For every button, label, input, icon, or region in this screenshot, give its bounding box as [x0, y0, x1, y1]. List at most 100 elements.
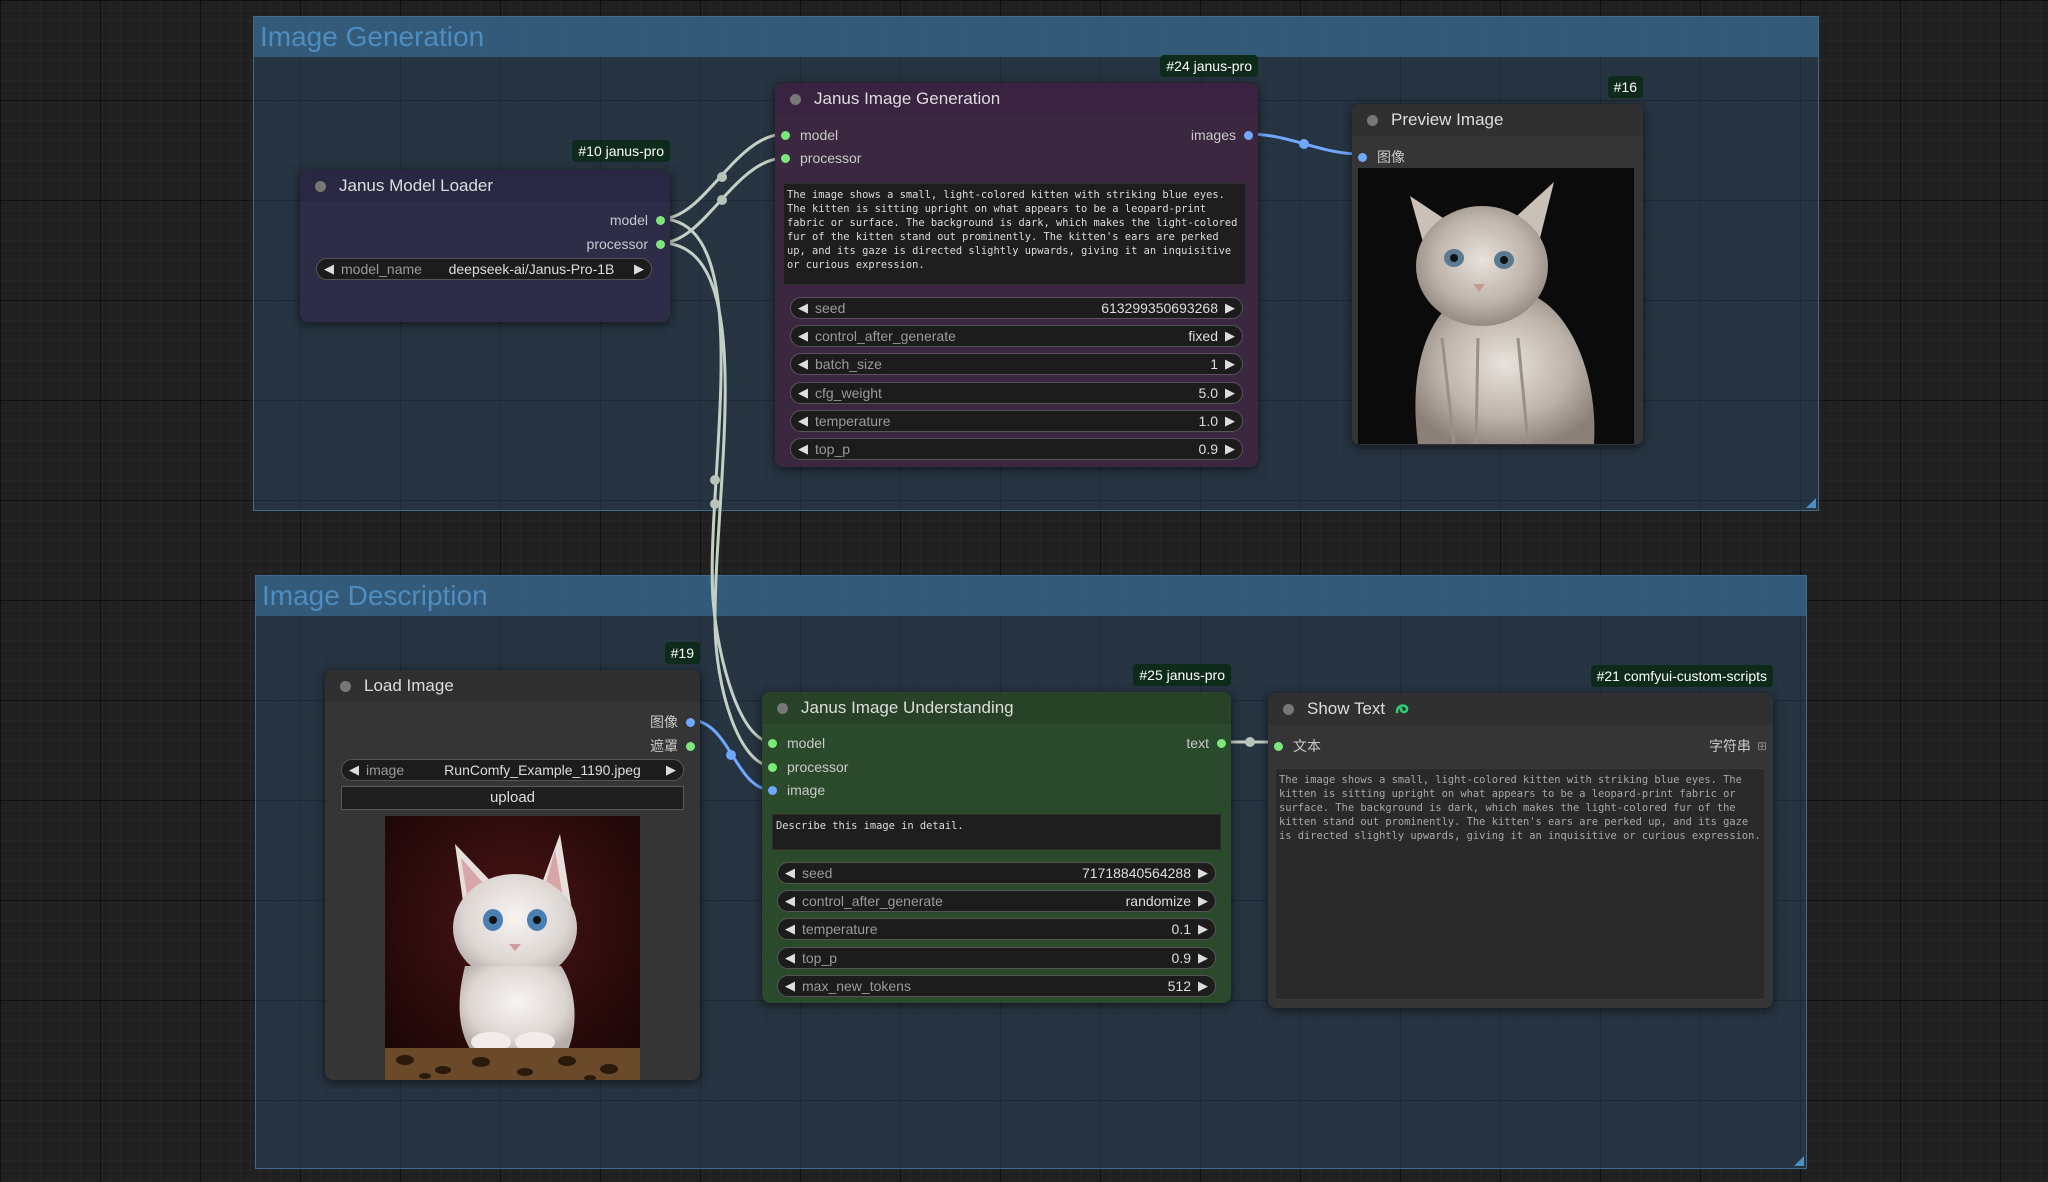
collapse-dot-icon[interactable]	[790, 93, 801, 105]
port-dot-icon[interactable]	[656, 239, 665, 249]
widget-control-after-generate[interactable]: ◀ control_after_generate randomize ▶	[777, 890, 1216, 913]
right-arrow-icon[interactable]: ▶	[627, 261, 651, 277]
right-arrow-icon[interactable]: ▶	[1191, 893, 1215, 909]
port-dot-icon[interactable]	[781, 153, 790, 163]
question-textarea[interactable]: Describe this image in detail.	[772, 814, 1221, 850]
widget-top-p[interactable]: ◀ top_p 0.9 ▶	[777, 946, 1216, 969]
input-port-model[interactable]: model	[781, 127, 838, 143]
collapse-dot-icon[interactable]	[340, 680, 351, 692]
node-title-bar[interactable]: Janus Model Loader	[300, 170, 670, 202]
group-title[interactable]: Image Description	[256, 576, 1806, 616]
collapse-dot-icon[interactable]	[777, 702, 788, 714]
port-dot-icon[interactable]	[1358, 152, 1367, 162]
group-title[interactable]: Image Generation	[254, 17, 1818, 57]
port-dot-icon[interactable]	[1244, 130, 1253, 140]
node-title-bar[interactable]: Janus Image Understanding	[762, 692, 1231, 724]
left-arrow-icon[interactable]: ◀	[791, 300, 815, 316]
output-port-mask[interactable]: 遮罩	[650, 736, 695, 756]
input-port-model[interactable]: model	[768, 735, 825, 751]
node-load-image[interactable]: #19 Load Image 图像 遮罩 ◀ image RunComfy_Ex…	[325, 642, 700, 1080]
node-title-bar[interactable]: Janus Image Generation	[775, 83, 1258, 115]
node-title-bar[interactable]: Load Image	[325, 670, 700, 702]
right-arrow-icon[interactable]: ▶	[1218, 300, 1242, 316]
right-arrow-icon[interactable]: ▶	[1218, 328, 1242, 344]
right-arrow-icon[interactable]: ▶	[1191, 921, 1215, 937]
port-dot-icon[interactable]	[1217, 738, 1226, 748]
port-dot-icon[interactable]	[686, 741, 695, 751]
left-arrow-icon[interactable]: ◀	[778, 921, 802, 937]
left-arrow-icon[interactable]: ◀	[791, 441, 815, 457]
node-title-bar[interactable]: Preview Image	[1352, 104, 1643, 136]
node-badge: #25 janus-pro	[1133, 664, 1231, 686]
right-arrow-icon[interactable]: ▶	[659, 762, 683, 778]
output-port-image[interactable]: 图像	[650, 712, 695, 732]
widget-label: top_p	[815, 441, 851, 457]
port-dot-icon[interactable]	[768, 738, 777, 748]
widget-seed[interactable]: ◀ seed 717188405642​88 ▶	[777, 862, 1216, 884]
port-dot-icon[interactable]	[656, 215, 665, 225]
combo-model-name[interactable]: ◀ model_name deepseek-ai/Janus-Pro-1B ▶	[316, 258, 652, 280]
port-dot-icon[interactable]	[686, 717, 695, 727]
input-port-image[interactable]: image	[768, 782, 825, 798]
upload-button[interactable]: upload	[341, 786, 684, 810]
widget-max-new-tokens[interactable]: ◀ max_new_tokens 512 ▶	[777, 974, 1216, 997]
port-label: 图像	[650, 714, 678, 730]
right-arrow-icon[interactable]: ▶	[1218, 413, 1242, 429]
left-arrow-icon[interactable]: ◀	[778, 865, 802, 881]
node-show-text[interactable]: #21 comfyui-custom-scripts Show Text 文本 …	[1268, 665, 1773, 1008]
left-arrow-icon[interactable]: ◀	[778, 950, 802, 966]
collapse-dot-icon[interactable]	[315, 180, 326, 192]
group-resize-handle[interactable]	[1806, 498, 1816, 508]
node-janus-image-generation[interactable]: #24 janus-pro Janus Image Generation mod…	[775, 55, 1258, 467]
collapse-dot-icon[interactable]	[1283, 703, 1294, 715]
left-arrow-icon[interactable]: ◀	[778, 978, 802, 994]
port-dot-icon[interactable]	[781, 130, 790, 140]
collapse-dot-icon[interactable]	[1367, 114, 1378, 126]
right-arrow-icon[interactable]: ▶	[1218, 356, 1242, 372]
right-arrow-icon[interactable]: ▶	[1191, 950, 1215, 966]
widget-batch-size[interactable]: ◀ batch_size 1 ▶	[790, 353, 1243, 376]
widget-seed[interactable]: ◀ seed 613299350693268 ▶	[790, 297, 1243, 319]
input-port-processor[interactable]: processor	[768, 759, 848, 775]
port-dot-icon[interactable]	[1274, 741, 1283, 751]
right-arrow-icon[interactable]: ▶	[1218, 441, 1242, 457]
port-dot-icon[interactable]	[768, 762, 777, 772]
output-port-text[interactable]: text	[1186, 735, 1226, 751]
output-port-processor[interactable]: processor	[587, 236, 665, 252]
group-resize-handle[interactable]	[1794, 1156, 1804, 1166]
widget-control-after-generate[interactable]: ◀ control_after_generate fixed ▶	[790, 325, 1243, 348]
left-arrow-icon[interactable]: ◀	[791, 328, 815, 344]
node-title-bar[interactable]: Show Text	[1268, 693, 1773, 725]
widget-value: 512	[1167, 977, 1191, 994]
left-arrow-icon[interactable]: ◀	[791, 413, 815, 429]
left-arrow-icon[interactable]: ◀	[317, 261, 341, 277]
right-arrow-icon[interactable]: ▶	[1191, 978, 1215, 994]
left-arrow-icon[interactable]: ◀	[791, 356, 815, 372]
right-arrow-icon[interactable]: ▶	[1218, 385, 1242, 401]
node-janus-image-understanding[interactable]: #25 janus-pro Janus Image Understanding …	[762, 664, 1231, 1003]
node-janus-model-loader[interactable]: #10 janus-pro Janus Model Loader model p…	[300, 140, 670, 322]
widget-label: top_p	[802, 949, 838, 966]
right-arrow-icon[interactable]: ▶	[1191, 865, 1215, 881]
widget-temperature[interactable]: ◀ temperature 0.1 ▶	[777, 918, 1216, 941]
output-port-string[interactable]: 字符串 ⊞	[1709, 736, 1767, 756]
left-arrow-icon[interactable]: ◀	[791, 385, 815, 401]
input-port-images[interactable]: 图像	[1358, 147, 1405, 167]
left-arrow-icon[interactable]: ◀	[342, 762, 366, 778]
grid-icon[interactable]: ⊞	[1757, 739, 1767, 753]
port-dot-icon[interactable]	[768, 785, 777, 795]
input-port-text[interactable]: 文本	[1274, 736, 1321, 756]
combo-image-file[interactable]: ◀ image RunComfy_Example_1190.jpeg ▶	[341, 759, 684, 781]
input-port-processor[interactable]: processor	[781, 150, 861, 166]
widget-top-p[interactable]: ◀ top_p 0.9 ▶	[790, 438, 1243, 460]
widget-cfg-weight[interactable]: ◀ cfg_weight 5.0 ▶	[790, 381, 1243, 404]
output-port-images[interactable]: images	[1191, 127, 1253, 143]
node-preview-image[interactable]: #16 Preview Image 图像	[1352, 76, 1643, 445]
left-arrow-icon[interactable]: ◀	[778, 893, 802, 909]
prompt-textarea[interactable]: The image shows a small, light-colored k…	[783, 183, 1246, 285]
output-port-model[interactable]: model	[610, 212, 665, 228]
output-text-display[interactable]: The image shows a small, light-colored k…	[1275, 768, 1765, 1000]
loaded-kitten-image	[385, 816, 640, 1080]
node-badge: #24 janus-pro	[1160, 55, 1258, 77]
widget-temperature[interactable]: ◀ temperature 1.0 ▶	[790, 409, 1243, 432]
